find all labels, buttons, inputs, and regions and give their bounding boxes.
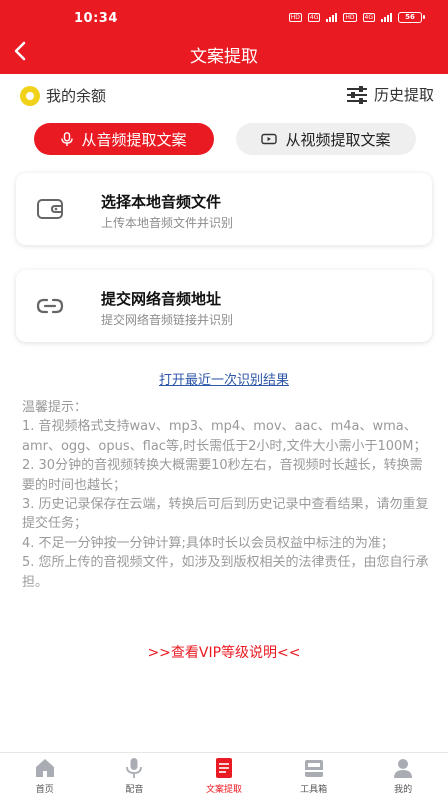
hd-badge: HD [288, 13, 302, 22]
tab-audio-extract[interactable]: 从音频提取文案 [34, 123, 214, 155]
history-link[interactable]: 历史提取 [346, 84, 434, 105]
bottom-nav-toolbox[interactable]: 工具箱 [269, 753, 359, 798]
user-icon [394, 759, 413, 778]
local-card-subtitle: 上传本地音频文件并识别 [101, 216, 234, 230]
network-type-badge: 4G [307, 13, 321, 22]
submit-network-audio-card[interactable]: 提交网络音频地址 提交网络音频链接并识别 [16, 270, 432, 342]
tips-line: 4. 不足一分钟按一分钟计算;具体时长以会员权益中标注的为准； [22, 535, 394, 551]
document-icon [215, 758, 232, 778]
history-label: 历史提取 [373, 86, 434, 104]
tab-video-label: 从视频提取文案 [285, 130, 391, 149]
tips-line: 2. 30分钟的音视频转换大概需要10秒左右，音视频时长越长，转换需要的时间也越… [22, 458, 423, 493]
bottom-nav-home[interactable]: 首页 [0, 753, 90, 798]
status-time: 10:34 [74, 11, 118, 26]
network-type-badge-2: 4G [362, 13, 375, 22]
tips-heading: 温馨提示： [22, 400, 88, 415]
tips-section: 温馨提示： 1. 音视频格式支持wav、mp3、mp4、mov、aac、m4a、… [22, 398, 432, 592]
tab-audio-label: 从音频提取文案 [81, 130, 187, 149]
balance-label: 我的余额 [46, 87, 107, 105]
coin-icon [20, 85, 40, 106]
vip-level-link[interactable]: >>查看VIP等级说明<< [0, 642, 448, 662]
link-icon [36, 298, 64, 314]
bottom-nav-label: 配音 [125, 785, 144, 795]
bottom-nav-label: 工具箱 [300, 785, 328, 795]
wallet-icon [37, 199, 63, 219]
bottom-nav-text-extract[interactable]: 文案提取 [179, 753, 269, 798]
status-bar: 10:34 HD 4G HD 4G 56 [0, 0, 448, 30]
recent-result-link-row: 打开最近一次识别结果 [0, 369, 448, 388]
open-recent-result-link[interactable]: 打开最近一次识别结果 [159, 373, 289, 388]
bottom-nav-mine[interactable]: 我的 [358, 753, 448, 798]
bottom-nav-dubbing[interactable]: 配音 [90, 753, 180, 798]
signal-icon-2 [381, 13, 392, 22]
video-icon [261, 133, 278, 145]
battery-icon: 56 [398, 12, 425, 23]
signal-icon [326, 13, 338, 22]
sliders-icon [346, 85, 367, 104]
tab-video-extract[interactable]: 从视频提取文案 [236, 123, 416, 155]
home-icon [35, 759, 54, 777]
page-title: 文案提取 [190, 47, 258, 67]
nav-bar: 文案提取 [0, 30, 448, 74]
microphone-icon [126, 758, 143, 778]
tips-line: 3. 历史记录保存在云端，转换后可后到历史记录中查看结果，请勿重复提交任务； [22, 497, 429, 532]
select-local-audio-card[interactable]: 选择本地音频文件 上传本地音频文件并识别 [16, 173, 432, 245]
bottom-nav-label: 首页 [35, 785, 54, 795]
tips-line: 5. 您所上传的音视频文件，如涉及到版权相关的法律责任，由您自行承担。 [22, 555, 429, 590]
tips-line: 1. 音视频格式支持wav、mp3、mp4、mov、aac、m4a、wma、am… [22, 419, 427, 454]
bottom-nav-label: 我的 [394, 785, 413, 795]
local-card-title: 选择本地音频文件 [101, 193, 222, 211]
microphone-icon [61, 131, 74, 146]
bottom-nav-label: 文案提取 [205, 785, 242, 795]
bottom-nav: 首页 配音 文案提取 工具箱 我的 [0, 752, 448, 798]
hd-badge-2: HD [343, 13, 357, 22]
network-card-subtitle: 提交网络音频链接并识别 [101, 313, 234, 327]
status-icons: HD 4G HD 4G 56 [288, 12, 425, 23]
balance-link[interactable]: 我的余额 [20, 85, 106, 106]
network-card-title: 提交网络音频地址 [101, 290, 222, 308]
toolbox-icon [304, 760, 323, 777]
